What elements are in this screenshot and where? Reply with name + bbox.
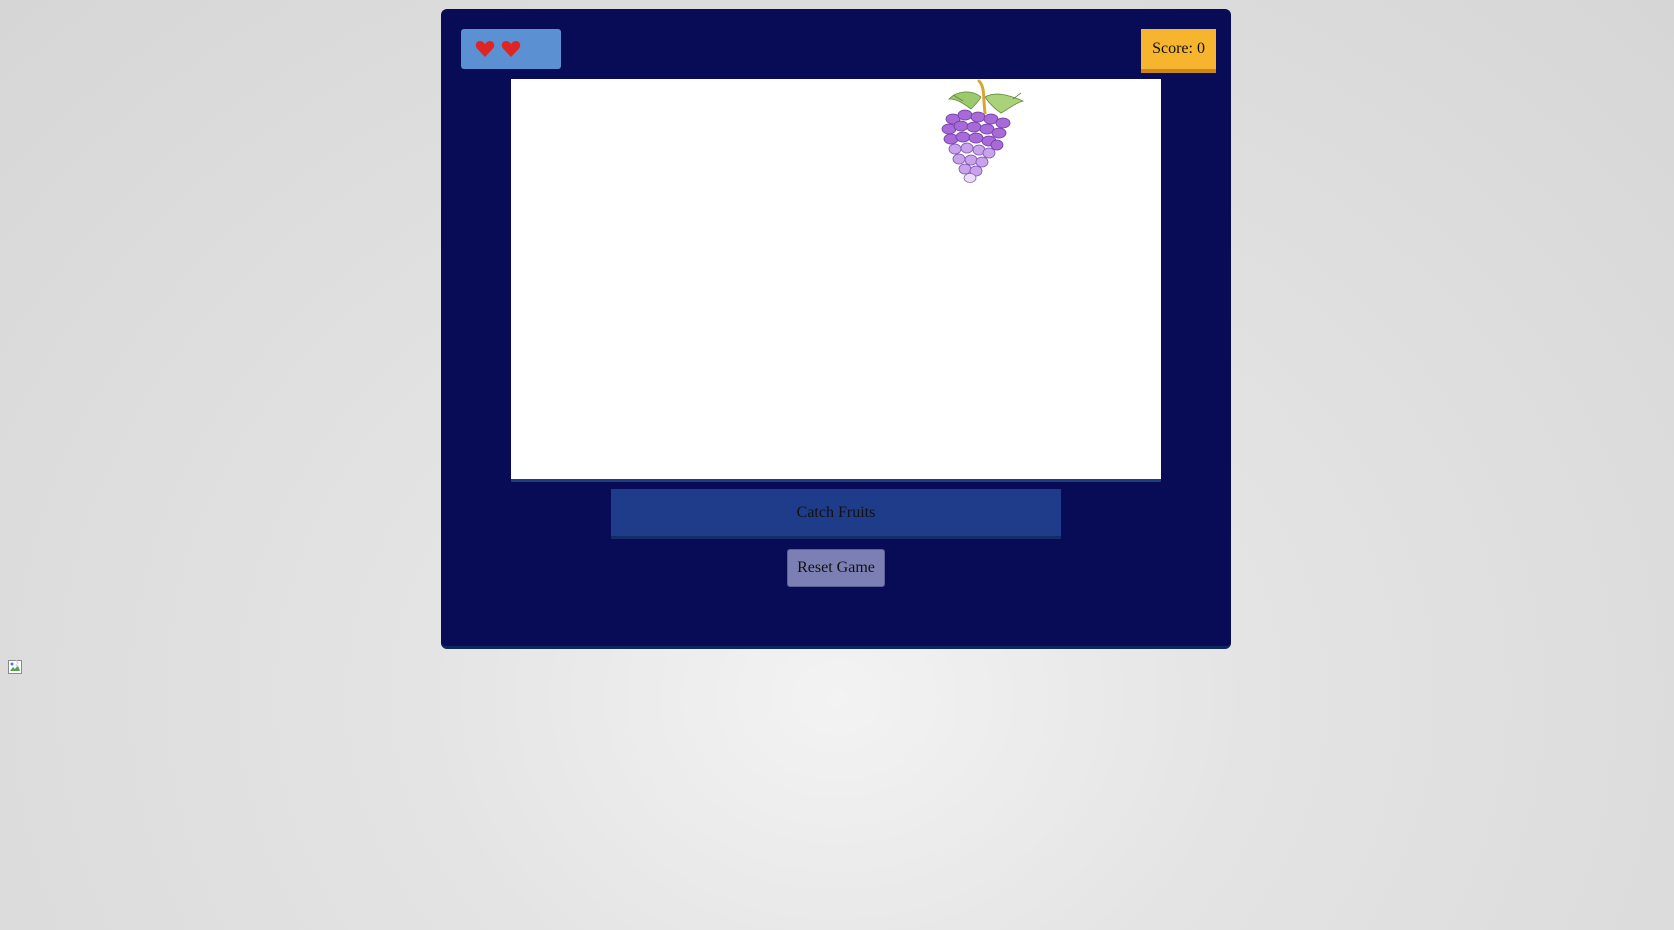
game-window: Score: 0 Catch Fruits Reset Game (441, 9, 1231, 649)
catch-bar-label: Catch Fruits (796, 503, 876, 521)
grape-icon (941, 79, 1025, 183)
reset-game-button[interactable]: Reset Game (787, 549, 885, 587)
heart-icon (501, 41, 521, 57)
score-label: Score: 0 (1152, 40, 1205, 57)
catch-bar[interactable]: Catch Fruits (611, 489, 1061, 539)
broken-image-icon (8, 660, 22, 674)
play-area[interactable] (511, 79, 1161, 482)
heart-icon (475, 41, 495, 57)
lives-display (461, 29, 561, 69)
score-display: Score: 0 (1141, 29, 1216, 73)
